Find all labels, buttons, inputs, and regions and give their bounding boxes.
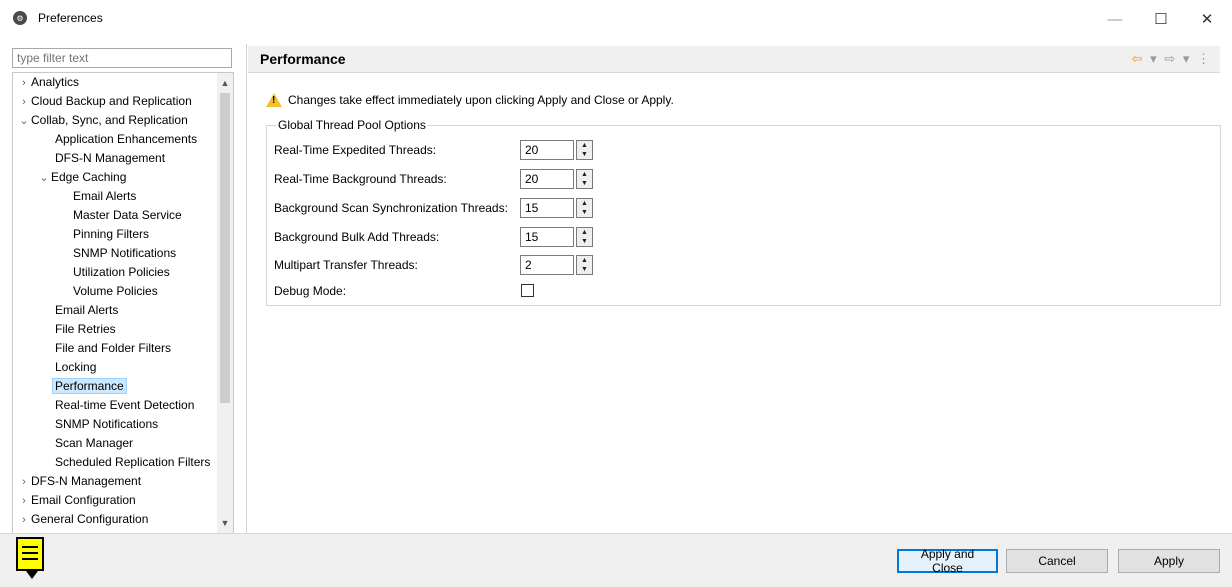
notice: ! Changes take effect immediately upon c… xyxy=(266,93,674,107)
window-title: Preferences xyxy=(38,11,103,25)
tree-item-utilization-policies[interactable]: Utilization Policies xyxy=(73,263,170,282)
help-note-icon[interactable] xyxy=(16,537,44,579)
tree-item-edge-email-alerts[interactable]: Email Alerts xyxy=(73,187,136,206)
notice-text: Changes take effect immediately upon cli… xyxy=(288,93,674,107)
tree-item-collab-sync[interactable]: ⌄ Collab, Sync, and Replication xyxy=(17,111,187,131)
tree-item-general-configuration[interactable]: › General Configuration xyxy=(17,510,148,529)
tree-item-locking[interactable]: Locking xyxy=(55,358,96,377)
scroll-up-icon[interactable]: ▲ xyxy=(217,75,233,91)
tree-item-edge-snmp[interactable]: SNMP Notifications xyxy=(73,244,176,263)
tree-item-pinning-filters[interactable]: Pinning Filters xyxy=(73,225,149,244)
minimize-button[interactable]: — xyxy=(1092,4,1138,34)
spinner-value[interactable]: 2 xyxy=(520,255,574,275)
background-bulk-add-threads-spinner[interactable]: 15 ▲ ▼ xyxy=(520,227,593,247)
field-label: Real-Time Expedited Threads: xyxy=(274,143,437,157)
tree-item-volume-policies[interactable]: Volume Policies xyxy=(73,282,158,301)
forward-menu-icon[interactable]: ▾ xyxy=(1183,51,1192,66)
apply-button[interactable]: Apply xyxy=(1118,549,1220,573)
apply-and-close-button[interactable]: Apply and Close xyxy=(897,547,998,575)
tree-item-analytics[interactable]: › Analytics xyxy=(17,73,79,92)
tree-item-dfsn-management[interactable]: DFS-N Management xyxy=(55,149,165,168)
filter-input[interactable] xyxy=(12,48,232,68)
back-arrow-icon[interactable]: ⇦ xyxy=(1132,51,1145,66)
field-label: Background Bulk Add Threads: xyxy=(274,230,440,244)
tree-item-performance[interactable]: Performance xyxy=(52,377,127,396)
chevron-right-icon[interactable]: › xyxy=(17,492,31,511)
debug-mode-checkbox[interactable] xyxy=(521,284,534,297)
chevron-right-icon[interactable]: › xyxy=(17,74,31,93)
chevron-right-icon[interactable]: › xyxy=(17,511,31,530)
tree-item-dfsn-management-root[interactable]: › DFS-N Management xyxy=(17,472,141,491)
multipart-transfer-threads-spinner[interactable]: 2 ▲ ▼ xyxy=(520,255,593,275)
tree-item-realtime-event-detection[interactable]: Real-time Event Detection xyxy=(55,396,194,415)
tree-item-email-alerts[interactable]: Email Alerts xyxy=(55,301,118,320)
spinner-value[interactable]: 15 xyxy=(520,198,574,218)
spinner-arrows-icon[interactable]: ▲ ▼ xyxy=(576,227,593,247)
panel-splitter[interactable] xyxy=(246,44,247,533)
tree-item-file-folder-filters[interactable]: File and Folder Filters xyxy=(55,339,171,358)
spinner-value[interactable]: 15 xyxy=(520,227,574,247)
title-bar: ⚙ Preferences — ☐ ✕ xyxy=(0,0,1232,36)
field-label: Real-Time Background Threads: xyxy=(274,172,447,186)
field-label: Multipart Transfer Threads: xyxy=(274,258,418,272)
close-button[interactable]: ✕ xyxy=(1184,4,1230,34)
cancel-button[interactable]: Cancel xyxy=(1006,549,1108,573)
tree-scrollbar[interactable]: ▲ ▼ xyxy=(217,73,233,533)
spinner-arrows-icon[interactable]: ▲ ▼ xyxy=(576,198,593,218)
debug-mode-label: Debug Mode: xyxy=(274,284,347,298)
preferences-tree: › Analytics › Cloud Backup and Replication… xyxy=(12,72,234,534)
chevron-right-icon[interactable]: › xyxy=(17,93,31,112)
scroll-down-icon[interactable]: ▼ xyxy=(217,515,233,531)
spinner-arrows-icon[interactable]: ▲ ▼ xyxy=(576,140,593,160)
app-icon: ⚙ xyxy=(13,11,27,25)
tree-item-file-retries[interactable]: File Retries xyxy=(55,320,116,339)
tree-item-scan-manager[interactable]: Scan Manager xyxy=(55,434,133,453)
tree-item-email-configuration[interactable]: › Email Configuration xyxy=(17,491,136,510)
tree-item-master-data-service[interactable]: Master Data Service xyxy=(73,206,182,225)
warning-icon: ! xyxy=(266,93,282,107)
back-menu-icon[interactable]: ▾ xyxy=(1150,51,1159,66)
realtime-expedited-threads-spinner[interactable]: 20 ▲ ▼ xyxy=(520,140,593,160)
tree-item-scheduled-replication-filters[interactable]: Scheduled Replication Filters xyxy=(55,453,210,472)
chevron-down-icon[interactable]: ⌄ xyxy=(37,169,51,188)
spinner-value[interactable]: 20 xyxy=(520,140,574,160)
field-label: Background Scan Synchronization Threads: xyxy=(274,201,508,215)
page-header: Performance ⇦ ▾ ⇨ ▾ ⋮ xyxy=(248,46,1220,73)
tree-item-snmp-notifications[interactable]: SNMP Notifications xyxy=(55,415,158,434)
spinner-value[interactable]: 20 xyxy=(520,169,574,189)
scrollbar-thumb[interactable] xyxy=(220,93,230,403)
background-scan-sync-threads-spinner[interactable]: 15 ▲ ▼ xyxy=(520,198,593,218)
spinner-arrows-icon[interactable]: ▲ ▼ xyxy=(576,255,593,275)
chevron-down-icon[interactable]: ⌄ xyxy=(17,112,31,131)
realtime-background-threads-spinner[interactable]: 20 ▲ ▼ xyxy=(520,169,593,189)
page-navigation: ⇦ ▾ ⇨ ▾ ⋮ xyxy=(1132,51,1212,67)
chevron-right-icon[interactable]: › xyxy=(17,473,31,492)
tree-item-edge-caching[interactable]: ⌄ Edge Caching xyxy=(37,168,126,187)
group-title: Global Thread Pool Options xyxy=(276,118,428,132)
maximize-button[interactable]: ☐ xyxy=(1138,4,1184,34)
tree-item-application-enhancements[interactable]: Application Enhancements xyxy=(55,130,197,149)
page-title: Performance xyxy=(260,51,346,67)
more-options-icon[interactable]: ⋮ xyxy=(1197,51,1212,66)
spinner-arrows-icon[interactable]: ▲ ▼ xyxy=(576,169,593,189)
tree-item-cloud-backup[interactable]: › Cloud Backup and Replication xyxy=(17,92,192,111)
forward-arrow-icon[interactable]: ⇨ xyxy=(1164,51,1177,66)
